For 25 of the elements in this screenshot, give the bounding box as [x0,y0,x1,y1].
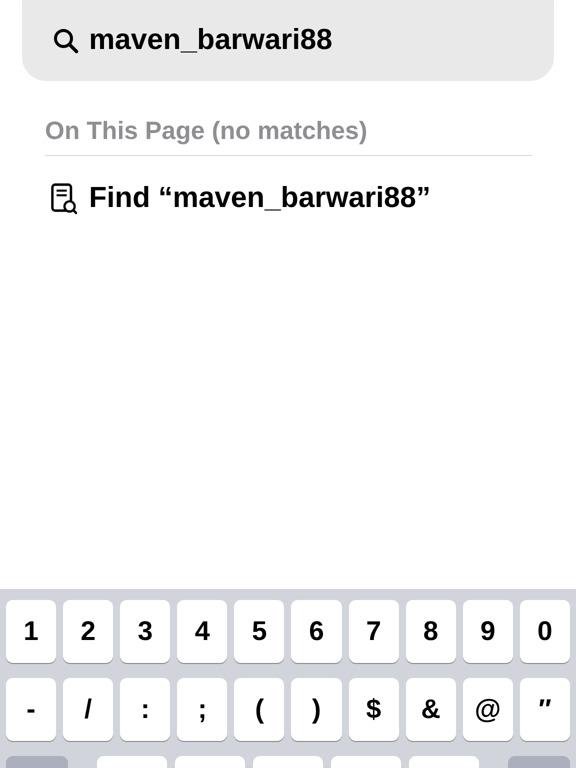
search-field[interactable]: maven_barwari88 [22,0,554,81]
keyboard-key[interactable]: / [63,678,114,741]
keyboard-key[interactable]: - [6,678,56,741]
keyboard-key[interactable]: : [120,678,170,741]
keyboard-key[interactable]: 8 [406,600,456,663]
keyboard-key[interactable]: 9 [462,600,513,663]
keyboard-key[interactable]: @ [462,678,513,741]
keyboard-key[interactable]: ″ [520,678,570,741]
search-icon [53,28,79,54]
keyboard-key[interactable]: 3 [120,600,170,663]
keyboard-key[interactable]: 6 [291,600,342,663]
keyboard-key[interactable]: 7 [348,600,399,663]
keyboard-key[interactable]: $ [348,678,399,741]
keyboard-key[interactable]: 0 [520,600,570,663]
keyboard-key[interactable]: 5 [234,600,284,663]
keyboard-key[interactable]: ) [291,678,342,741]
keyboard-key[interactable]: ( [234,678,284,741]
keyboard-key[interactable]: 2 [63,600,114,663]
keyboard-key[interactable]: ; [177,678,228,741]
document-search-icon [51,182,77,214]
keyboard-key[interactable]: & [406,678,456,741]
section-title: On This Page (no matches) [45,116,368,147]
keyboard-key[interactable]: 1 [6,600,56,663]
find-option[interactable]: Find “maven_barwari88” [89,182,431,215]
keyboard-key[interactable]: 4 [177,600,228,663]
